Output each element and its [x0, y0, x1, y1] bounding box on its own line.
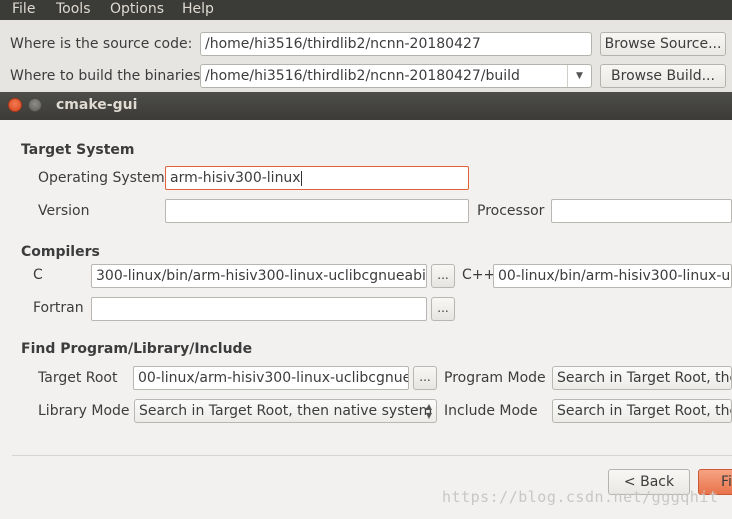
target-root-input[interactable]: 00-linux/arm-hisiv300-linux-uclibcgnueab… — [133, 366, 409, 390]
processor-input[interactable] — [551, 199, 732, 223]
chevron-down-icon[interactable]: ▼ — [567, 65, 591, 87]
divider — [12, 455, 732, 456]
browse-source-button[interactable]: Browse Source... — [600, 32, 726, 56]
target-root-browse-button[interactable]: ... — [413, 366, 437, 390]
spin-arrows-icon: ▲ ▼ — [425, 402, 432, 420]
watermark: https://blog.csdn.net/gggqhit — [442, 488, 719, 506]
fortran-label: Fortran — [33, 300, 84, 316]
find-heading: Find Program/Library/Include — [21, 341, 253, 357]
target-root-label: Target Root — [38, 370, 118, 386]
minimize-icon[interactable] — [28, 98, 42, 112]
text-cursor — [300, 170, 302, 186]
cxx-compiler-input[interactable]: 00-linux/bin/arm-hisiv300-linux-uclibcgn… — [493, 264, 732, 288]
processor-label: Processor — [477, 203, 545, 219]
c-compiler-input[interactable]: 300-linux/bin/arm-hisiv300-linux-uclibcg… — [91, 264, 427, 288]
menu-options[interactable]: Options — [110, 0, 164, 18]
build-label: Where to build the binaries: — [10, 68, 206, 84]
menu-file[interactable]: File — [12, 0, 35, 18]
close-icon[interactable] — [8, 98, 22, 112]
source-label: Where is the source code: — [10, 36, 193, 52]
target-system-heading: Target System — [21, 142, 135, 158]
program-mode-select[interactable]: Search in Target Root, then native syste… — [552, 366, 732, 390]
version-input[interactable] — [165, 199, 469, 223]
compilers-heading: Compilers — [21, 244, 100, 260]
build-path-combo[interactable]: /home/hi3516/thirdlib2/ncnn-20180427/bui… — [200, 64, 592, 88]
fortran-browse-button[interactable]: ... — [431, 297, 455, 321]
menu-help[interactable]: Help — [182, 0, 214, 18]
c-compiler-browse-button[interactable]: ... — [431, 264, 455, 288]
version-label: Version — [38, 203, 90, 219]
c-compiler-label: C — [33, 267, 43, 283]
include-mode-label: Include Mode — [444, 403, 538, 419]
dialog-title: cmake-gui — [56, 97, 138, 113]
library-mode-value: Search in Target Root, then native syste… — [139, 403, 433, 419]
include-mode-select[interactable]: Search in Target Root, then native syste… — [552, 399, 732, 423]
menubar: File Tools Options Help — [0, 0, 732, 20]
cxx-compiler-label: C++ — [462, 267, 496, 283]
browse-build-button[interactable]: Browse Build... — [600, 64, 726, 88]
fortran-compiler-input[interactable] — [91, 297, 427, 321]
operating-system-input[interactable]: arm-hisiv300-linux — [165, 166, 469, 190]
dialog-titlebar: cmake-gui — [0, 92, 732, 120]
library-mode-label: Library Mode — [38, 403, 130, 419]
os-label: Operating System — [38, 170, 165, 186]
operating-system-value: arm-hisiv300-linux — [170, 170, 301, 186]
menu-tools[interactable]: Tools — [56, 0, 91, 18]
build-path-value: /home/hi3516/thirdlib2/ncnn-20180427/bui… — [205, 68, 520, 84]
library-mode-select[interactable]: Search in Target Root, then native syste… — [134, 399, 437, 423]
source-path-input[interactable]: /home/hi3516/thirdlib2/ncnn-20180427 — [200, 32, 592, 56]
program-mode-label: Program Mode — [444, 370, 546, 386]
